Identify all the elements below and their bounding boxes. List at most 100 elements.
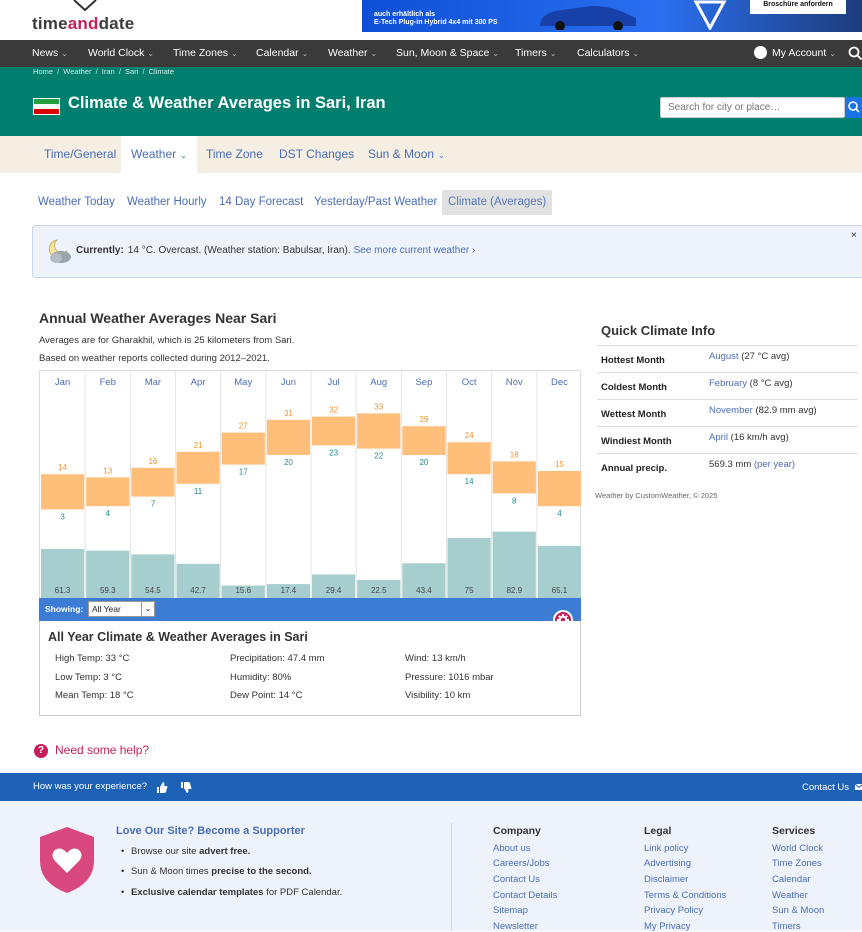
tab-sun-moon-label: Sun & Moon	[368, 147, 435, 161]
temp-range-bar	[357, 413, 401, 449]
close-icon[interactable]: ×	[851, 230, 857, 241]
search-icon[interactable]	[848, 46, 862, 60]
footer-link[interactable]: Terms & Conditions	[644, 890, 726, 901]
mean-temp-value: Mean Temp: 18 °C	[55, 690, 134, 701]
breadcrumb-iran[interactable]: Iran	[102, 67, 115, 76]
low-temp-label: 3	[60, 512, 65, 521]
nav-world-clock[interactable]: World Clock ⌄	[88, 40, 154, 67]
footer-link[interactable]: My Privacy	[644, 921, 690, 932]
footer-link[interactable]: World Clock	[772, 843, 823, 854]
footer-link[interactable]: Privacy Policy	[644, 905, 703, 916]
footer-link[interactable]: Newsletter	[493, 921, 538, 932]
logo-text-date: date	[98, 14, 135, 33]
footer-link[interactable]: Advertising	[644, 858, 691, 869]
nav-news[interactable]: News ⌄	[32, 40, 68, 67]
top-header: timeanddate auch erhältlich als E-Tech P…	[0, 0, 862, 40]
supporter-title[interactable]: Love Our Site? Become a Supporter	[116, 825, 305, 837]
footer-link[interactable]: Weather	[772, 890, 808, 901]
footer-link[interactable]: Contact Details	[493, 890, 557, 901]
main-nav: News ⌄ World Clock ⌄ Time Zones ⌄ Calendar ⌄…	[0, 40, 862, 67]
tab-time-zone[interactable]: Time Zone	[206, 136, 263, 173]
tab-dst-changes[interactable]: DST Changes	[279, 136, 354, 173]
tab-time-general[interactable]: Time/General	[44, 136, 116, 173]
hottest-month-link[interactable]: August	[709, 351, 739, 362]
wind-value: Wind: 13 km/h	[405, 653, 466, 664]
current-conditions: 14 °C. Overcast. (Weather station: Babul…	[127, 245, 351, 256]
nav-label: World Clock	[88, 47, 145, 59]
moon-cloud-icon	[48, 239, 71, 263]
thumbs-down-icon[interactable]	[180, 782, 192, 793]
wettest-month-value: November (82.9 mm avg)	[709, 405, 817, 416]
temp-range-bar	[176, 451, 220, 484]
weather-credit: Weather by CustomWeather, © 2025	[595, 491, 718, 500]
footer-link[interactable]: Disclaimer	[644, 874, 688, 885]
nav-time-zones[interactable]: Time Zones ⌄	[173, 40, 238, 67]
tab-weather-hourly[interactable]: Weather Hourly	[127, 190, 207, 215]
need-help-link[interactable]: Need some help?	[55, 743, 149, 757]
footer-link[interactable]: Careers/Jobs	[493, 858, 550, 869]
my-account-menu[interactable]: My Account ⌄	[754, 40, 836, 67]
logo-text-time: time	[32, 14, 68, 33]
precip-label: 42.7	[190, 586, 206, 595]
wettest-month-link[interactable]: November	[709, 405, 753, 416]
quick-climate-row: Hottest Month August (27 °C avg)	[597, 345, 858, 372]
chevron-down-icon: ⌄	[829, 49, 836, 58]
high-temp-label: 24	[465, 431, 474, 440]
hottest-month-value: August (27 °C avg)	[709, 351, 789, 362]
footer-link[interactable]: Timers	[772, 921, 801, 932]
nav-weather[interactable]: Weather ⌄	[328, 40, 377, 67]
nav-sun-moon-space[interactable]: Sun, Moon & Space ⌄	[396, 40, 499, 67]
nav-timers[interactable]: Timers ⌄	[515, 40, 556, 67]
per-year-link[interactable]: (per year)	[754, 459, 795, 470]
tab-weather-label: Weather	[131, 147, 177, 161]
temp-range-bar	[447, 442, 491, 475]
contact-us-link[interactable]: Contact Us	[802, 782, 849, 793]
precip-label: 82.9	[506, 586, 522, 595]
see-more-current-weather-link[interactable]: See more current weather ›	[354, 245, 476, 256]
footer-link[interactable]: Contact Us	[493, 874, 540, 885]
month-label: May	[234, 377, 252, 388]
ad-line-1: auch erhältlich als	[374, 11, 436, 18]
tab-past-weather[interactable]: Yesterday/Past Weather	[314, 190, 437, 215]
ad-cta-button[interactable]: Broschüre anfordern	[750, 0, 846, 14]
breadcrumb-weather[interactable]: Weather	[63, 67, 91, 76]
high-temp-label: 32	[329, 406, 338, 415]
humidity-value: Humidity: 80%	[230, 672, 292, 683]
current-weather-banner: Currently: 14 °C. Overcast. (Weather stat…	[32, 225, 862, 278]
low-temp-label: 8	[512, 496, 517, 505]
tab-sun-moon[interactable]: Sun & Moon ⌄	[368, 136, 445, 173]
footer-link[interactable]: About us	[493, 843, 531, 854]
coldest-month-detail: (8 °C avg)	[747, 378, 793, 389]
search-input[interactable]	[660, 97, 845, 118]
quick-climate-row: Windiest Month April (16 km/h avg)	[597, 426, 858, 453]
breadcrumb-sari[interactable]: Sari	[125, 67, 138, 76]
high-temp-label: 18	[510, 450, 519, 459]
site-logo[interactable]: timeanddate	[32, 14, 134, 34]
footer-link[interactable]: Link policy	[644, 843, 688, 854]
footer-link[interactable]: Calendar	[772, 874, 811, 885]
help-icon[interactable]: ?	[34, 744, 48, 758]
tab-climate-averages[interactable]: Climate (Averages)	[442, 190, 553, 215]
coldest-month-link[interactable]: February	[709, 378, 747, 389]
nav-calculators[interactable]: Calculators ⌄	[577, 40, 639, 67]
footer-link[interactable]: Sitemap	[493, 905, 528, 916]
thumbs-up-icon[interactable]	[156, 782, 168, 793]
footer-link[interactable]: Sun & Moon	[772, 905, 824, 916]
month-label: Dec	[551, 377, 568, 388]
windiest-month-detail: (16 km/h avg)	[728, 432, 789, 443]
annual-precip-label: Annual precip.	[601, 463, 667, 474]
search-button[interactable]	[845, 97, 862, 118]
tab-weather[interactable]: Weather ⌄	[121, 136, 197, 173]
footer-legal-title: Legal	[644, 825, 672, 837]
advertisement-banner[interactable]: auch erhältlich als E-Tech Plug-in Hybri…	[362, 0, 862, 32]
footer-link[interactable]: Time Zones	[772, 858, 822, 869]
nav-calendar[interactable]: Calendar ⌄	[256, 40, 308, 67]
year-averages-title: All Year Climate & Weather Averages in S…	[48, 630, 308, 644]
period-select[interactable]: All Year ⌄	[88, 601, 155, 617]
temp-range-bar	[492, 461, 536, 494]
tab-weather-today[interactable]: Weather Today	[38, 190, 115, 215]
temp-range-bar	[266, 419, 310, 455]
breadcrumb-home[interactable]: Home	[33, 67, 53, 76]
tab-14-day-forecast[interactable]: 14 Day Forecast	[219, 190, 303, 215]
windiest-month-link[interactable]: April	[709, 432, 728, 443]
